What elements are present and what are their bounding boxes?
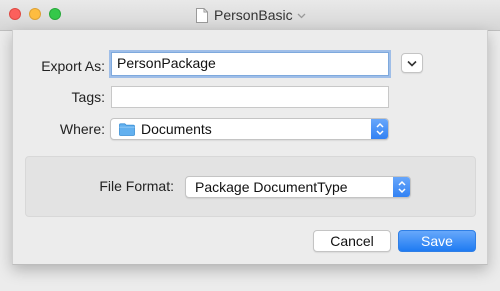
file-format-popup[interactable]: Package DocumentType — [185, 176, 411, 198]
tags-label: Tags: — [71, 89, 105, 105]
close-window-button[interactable] — [9, 8, 21, 20]
chevron-down-icon — [407, 54, 417, 72]
export-as-field[interactable]: PersonPackage — [111, 52, 389, 76]
cancel-button[interactable]: Cancel — [313, 230, 391, 252]
chevron-down-icon — [297, 11, 306, 22]
zoom-window-button[interactable] — [49, 8, 61, 20]
where-popup[interactable]: Documents — [110, 118, 389, 140]
file-format-label: File Format: — [99, 178, 174, 194]
minimize-window-button[interactable] — [29, 8, 41, 20]
where-value: Documents — [141, 121, 212, 137]
tags-field[interactable] — [111, 86, 389, 108]
where-label: Where: — [59, 121, 105, 137]
app-window: PersonBasic Export As: PersonPackage Tag… — [0, 0, 500, 291]
title-bar: PersonBasic — [0, 0, 500, 31]
popup-arrows-icon — [371, 119, 388, 139]
expand-dialog-button[interactable] — [401, 53, 423, 73]
document-icon — [196, 7, 208, 23]
folder-icon — [119, 122, 135, 136]
file-format-value: Package DocumentType — [195, 179, 348, 195]
file-format-panel: File Format: Package DocumentType — [25, 156, 476, 217]
export-as-label: Export As: — [41, 58, 105, 74]
window-title: PersonBasic — [214, 7, 293, 23]
popup-arrows-icon — [393, 177, 410, 197]
window-title-menu[interactable]: PersonBasic — [196, 6, 306, 24]
export-sheet: Export As: PersonPackage Tags: Where: Do… — [12, 30, 488, 265]
save-button[interactable]: Save — [398, 230, 476, 252]
